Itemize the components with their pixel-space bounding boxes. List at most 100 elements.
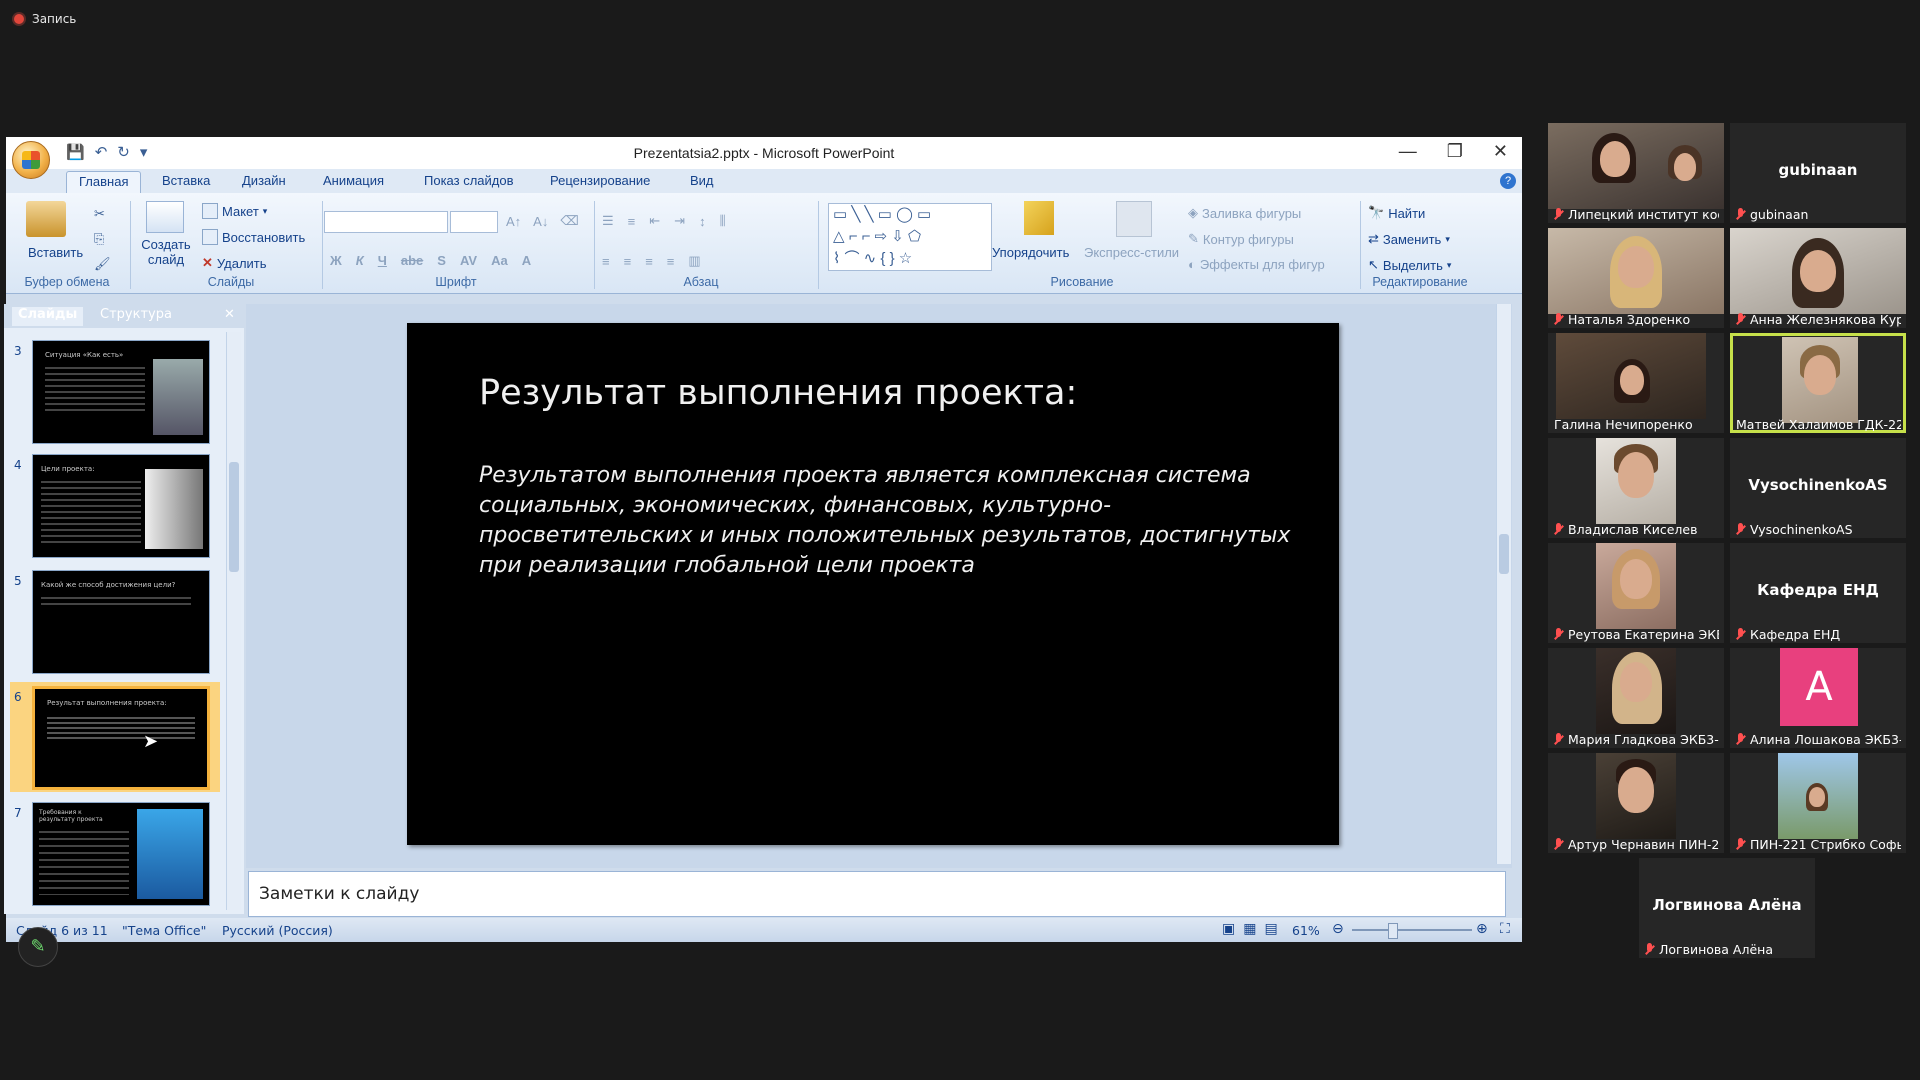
- columns-icon[interactable]: ▥: [688, 253, 700, 269]
- cut-icon[interactable]: ✂: [94, 201, 111, 226]
- participant-tile[interactable]: Мария Гладкова ЭКБ3-...: [1548, 648, 1724, 748]
- participant-tile-active-speaker[interactable]: Матвей Халаимов ГДК-221: [1730, 333, 1906, 433]
- scroll-thumb[interactable]: [229, 462, 239, 572]
- participant-tile[interactable]: VysochinenkoAS VysochinenkoAS: [1730, 438, 1906, 538]
- participant-tile[interactable]: Логвинова Алёна Логвинова Алёна: [1639, 858, 1815, 958]
- text-direction-icon[interactable]: ⫼: [720, 213, 726, 229]
- slides-panel-scrollbar[interactable]: [226, 332, 241, 910]
- minimize-icon[interactable]: —: [1399, 141, 1417, 162]
- zoom-slider[interactable]: [1352, 923, 1472, 939]
- participant-tile[interactable]: Анна Железнякова Кур...: [1730, 228, 1906, 328]
- restore-icon[interactable]: ❐: [1447, 141, 1463, 162]
- numbering-icon[interactable]: ≡: [628, 214, 636, 229]
- font-family-select[interactable]: [324, 211, 448, 233]
- annotate-pen-icon[interactable]: ✎: [18, 927, 58, 967]
- font-size-select[interactable]: [450, 211, 498, 233]
- line-spacing-icon[interactable]: ↕: [699, 214, 706, 229]
- select-label: Выделить: [1382, 257, 1443, 273]
- layout-button[interactable]: Макет ▾: [202, 203, 267, 219]
- reset-button[interactable]: Восстановить: [202, 229, 305, 245]
- slide-body-text[interactable]: Результатом выполнения проекта является …: [479, 461, 1299, 581]
- slide-thumbnail[interactable]: Требования к результату проекта: [32, 802, 210, 906]
- bullets-icon[interactable]: ☰: [602, 213, 614, 229]
- participant-tile[interactable]: Владислав Киселев: [1548, 438, 1724, 538]
- new-slide-icon[interactable]: [146, 201, 184, 233]
- justify-icon[interactable]: ≡: [667, 254, 675, 269]
- shape-effects-button[interactable]: ◐ Эффекты для фигур: [1188, 257, 1325, 272]
- tab-slideshow[interactable]: Показ слайдов: [424, 173, 514, 188]
- tab-insert[interactable]: Вставка: [162, 173, 210, 188]
- shrink-font-icon[interactable]: A↓: [533, 214, 548, 229]
- bold-icon[interactable]: Ж: [330, 253, 342, 268]
- help-icon[interactable]: ?: [1500, 173, 1516, 189]
- tab-slides[interactable]: Слайды: [12, 307, 84, 326]
- shadow-icon[interactable]: S: [437, 253, 446, 268]
- slide-thumbnail[interactable]: Ситуация «Как есть»: [32, 340, 210, 444]
- current-slide[interactable]: Результат выполнения проекта: Результато…: [407, 323, 1339, 845]
- tab-view[interactable]: Вид: [690, 173, 714, 188]
- zoom-in-icon[interactable]: ⊕: [1476, 921, 1488, 937]
- find-button[interactable]: 🔭 Найти: [1368, 205, 1425, 221]
- slide-thumbnail[interactable]: Какой же способ достижения цели?: [32, 570, 210, 674]
- language[interactable]: Русский (Россия): [222, 923, 333, 938]
- editor-scrollbar[interactable]: [1496, 304, 1511, 864]
- thumb-title: Ситуация «Как есть»: [45, 351, 124, 359]
- scroll-thumb[interactable]: [1499, 534, 1509, 574]
- participant-tile[interactable]: Реутова Екатерина ЭКБ...: [1548, 543, 1724, 643]
- align-right-icon[interactable]: ≡: [645, 254, 653, 269]
- participant-tile[interactable]: ПИН-221 Стрибко Софья: [1730, 753, 1906, 853]
- tab-design[interactable]: Дизайн: [242, 173, 286, 188]
- tab-outline[interactable]: Структура: [100, 307, 172, 322]
- close-panel-icon[interactable]: ✕: [224, 307, 235, 322]
- zoom-slider-thumb[interactable]: [1388, 923, 1398, 939]
- shape-outline-button[interactable]: ✎ Контур фигуры: [1188, 231, 1294, 247]
- italic-icon[interactable]: К: [356, 253, 364, 268]
- font-color-icon[interactable]: A: [522, 253, 531, 268]
- strike-icon[interactable]: abe: [401, 253, 423, 268]
- grow-font-icon[interactable]: A↑: [506, 214, 521, 229]
- zoom-out-icon[interactable]: ⊖: [1332, 921, 1344, 937]
- participant-tile[interactable]: Галина Нечипоренко: [1548, 333, 1724, 433]
- case-icon[interactable]: Aa: [491, 253, 508, 268]
- clear-format-icon[interactable]: ⌫: [560, 213, 578, 229]
- notes-pane[interactable]: Заметки к слайду: [248, 871, 1506, 917]
- participant-tile[interactable]: Артур Чернавин ПИН-2...: [1548, 753, 1724, 853]
- view-buttons[interactable]: ▣▦▤: [1222, 921, 1286, 937]
- fit-to-window-icon[interactable]: ⛶: [1500, 921, 1510, 937]
- copy-icon[interactable]: ⎘: [94, 226, 111, 251]
- new-slide-button[interactable]: Создать слайд: [141, 237, 191, 267]
- tab-home[interactable]: Главная: [66, 171, 142, 195]
- thumb-number: 3: [14, 344, 22, 358]
- participant-tile[interactable]: gubinaan gubinaan: [1730, 123, 1906, 223]
- select-button[interactable]: ↖ Выделить ▾: [1368, 257, 1451, 273]
- arrange-button[interactable]: Упорядочить: [992, 245, 1069, 260]
- slide-thumbnail[interactable]: Цели проекта:: [32, 454, 210, 558]
- tab-review[interactable]: Рецензирование: [550, 173, 650, 188]
- spacing-icon[interactable]: AV: [460, 253, 477, 268]
- participant-tile[interactable]: A Алина Лошакова ЭКБ3-...: [1730, 648, 1906, 748]
- shape-fill-button[interactable]: ◈ Заливка фигуры: [1188, 205, 1301, 221]
- close-icon[interactable]: ✕: [1493, 141, 1508, 162]
- participant-tile[interactable]: Кафедра ЕНД Кафедра ЕНД: [1730, 543, 1906, 643]
- format-painter-icon[interactable]: 🖌: [94, 251, 111, 276]
- tab-animation[interactable]: Анимация: [323, 173, 384, 188]
- align-left-icon[interactable]: ≡: [602, 254, 610, 269]
- zoom-level[interactable]: 61%: [1292, 923, 1320, 938]
- office-button[interactable]: [12, 141, 50, 179]
- align-center-icon[interactable]: ≡: [624, 254, 632, 269]
- slide-thumbnail-selected[interactable]: Результат выполнения проекта: ➤: [32, 686, 210, 790]
- participant-tile[interactable]: Наталья Здоренко: [1548, 228, 1724, 328]
- increase-indent-icon[interactable]: ⇥: [674, 213, 685, 229]
- underline-icon[interactable]: Ч: [378, 253, 387, 268]
- shapes-gallery[interactable]: ▭ ╲ ╲ ▭ ◯ ▭ △ ⌐ ⌐ ⇨ ⇩ ⬠ ⌇ ⌒ ∿ { } ☆: [828, 203, 992, 271]
- paste-icon[interactable]: [26, 201, 66, 237]
- participant-tile[interactable]: Липецкий институт кооп...: [1548, 123, 1724, 223]
- slide-title[interactable]: Результат выполнения проекта:: [479, 373, 1077, 413]
- arrange-icon[interactable]: [1024, 201, 1054, 235]
- paste-button[interactable]: Вставить: [28, 245, 83, 260]
- quick-styles-icon[interactable]: [1116, 201, 1152, 237]
- replace-button[interactable]: ⇄ Заменить ▾: [1368, 231, 1450, 247]
- quick-styles-button[interactable]: Экспресс-стили: [1084, 245, 1179, 260]
- decrease-indent-icon[interactable]: ⇤: [649, 213, 660, 229]
- delete-slide-button[interactable]: ✕ Удалить: [202, 255, 267, 271]
